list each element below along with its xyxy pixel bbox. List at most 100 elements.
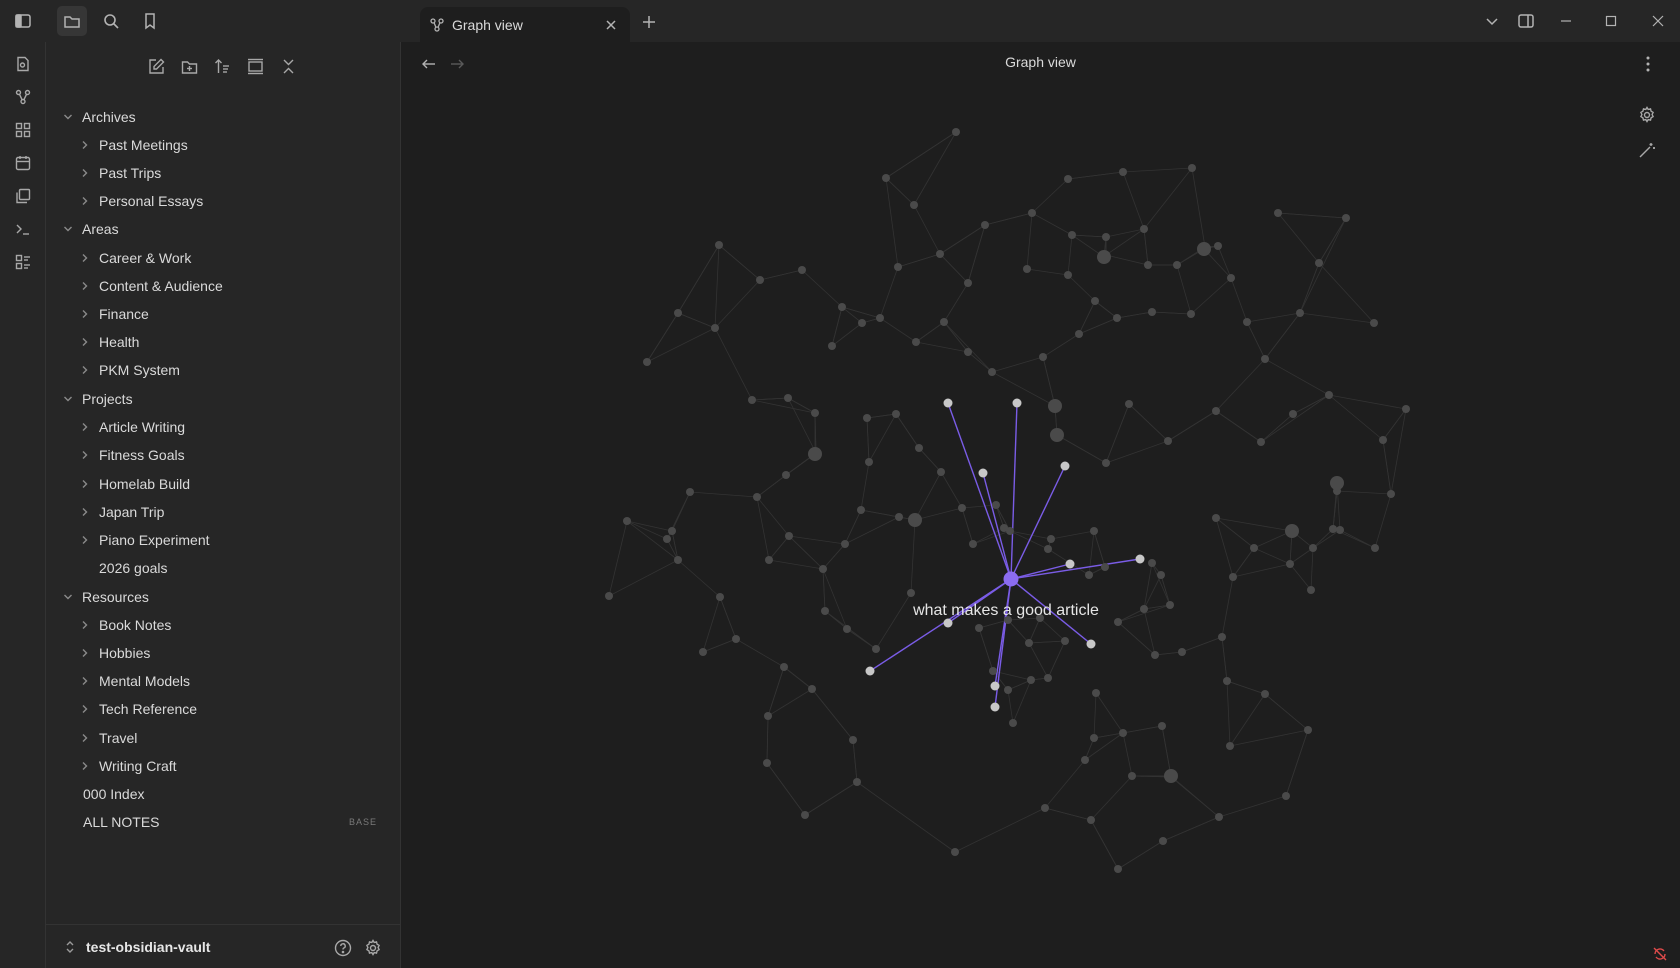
graph-node[interactable] [1325,391,1333,399]
graph-node[interactable] [1285,524,1299,538]
graph-node[interactable] [1166,601,1174,609]
search-icon[interactable] [96,6,126,36]
close-icon[interactable] [602,16,620,34]
folder-homelab-build[interactable]: Homelab Build [77,471,190,497]
graph-node[interactable] [951,848,959,856]
graph-node[interactable] [780,663,788,671]
graph-node[interactable] [686,488,694,496]
graph-node[interactable] [1125,400,1133,408]
graph-node[interactable] [1307,586,1315,594]
graph-node[interactable] [821,607,829,615]
folder-article-writing[interactable]: Article Writing [77,414,185,440]
graph-node[interactable] [765,556,773,564]
collapse-all-icon[interactable] [273,52,303,80]
sort-icon[interactable] [207,52,237,80]
graph-node[interactable] [863,414,871,422]
folder-areas[interactable]: Areas [60,216,119,242]
graph-node[interactable] [1379,436,1387,444]
new-tab-icon[interactable] [634,8,664,36]
templates-icon[interactable] [8,181,38,211]
graph-node[interactable] [1330,476,1344,490]
graph-node[interactable] [819,565,827,573]
graph-node[interactable] [1081,756,1089,764]
graph-node-linked[interactable] [1065,559,1075,569]
graph-node[interactable] [853,778,861,786]
graph-node[interactable] [1075,330,1083,338]
tab-graph-view[interactable]: Graph view [420,7,630,42]
folder-mental-models[interactable]: Mental Models [77,668,190,694]
graph-node[interactable] [876,314,884,322]
folder-travel[interactable]: Travel [77,725,137,751]
graph-node[interactable] [1329,525,1337,533]
daily-note-icon[interactable] [8,148,38,178]
graph-node[interactable] [1164,769,1178,783]
graph-node[interactable] [894,263,902,271]
graph-node[interactable] [908,513,922,527]
graph-node[interactable] [1119,168,1127,176]
folder-tech-reference[interactable]: Tech Reference [77,696,197,722]
graph-node[interactable] [975,624,983,632]
gear-icon[interactable] [360,935,386,961]
graph-node[interactable] [699,648,707,656]
maximize-icon[interactable] [1593,6,1629,36]
graph-node[interactable] [1342,214,1350,222]
graph-node[interactable] [1188,164,1196,172]
graph-node[interactable] [1261,355,1269,363]
graph-node[interactable] [808,447,822,461]
graph-node[interactable] [1229,573,1237,581]
graph-node[interactable] [1261,690,1269,698]
graph-node[interactable] [992,501,1000,509]
graph-node[interactable] [958,504,966,512]
graph-node[interactable] [1173,261,1181,269]
folder-past-trips[interactable]: Past Trips [77,160,161,186]
graph-node[interactable] [892,410,900,418]
graph-node-linked[interactable] [1086,639,1096,649]
graph-node[interactable] [1009,719,1017,727]
graph-node[interactable] [784,394,792,402]
close-window-icon[interactable] [1640,6,1676,36]
tab-list-chevron-down-icon[interactable] [1474,6,1510,36]
folder-career-work[interactable]: Career & Work [77,245,191,271]
graph-node[interactable] [811,409,819,417]
new-note-icon[interactable] [141,52,171,80]
graph-node[interactable] [785,532,793,540]
graph-node[interactable] [1090,734,1098,742]
more-options-icon[interactable] [1636,50,1660,78]
graph-node[interactable] [1158,722,1166,730]
graph-node[interactable] [716,593,724,601]
graph-node[interactable] [964,348,972,356]
graph-settings-gear-icon[interactable] [1632,100,1662,130]
canvas-icon[interactable] [8,115,38,145]
graph-node[interactable] [1102,459,1110,467]
graph-node[interactable] [1309,544,1317,552]
folder-past-meetings[interactable]: Past Meetings [77,132,188,158]
graph-node[interactable] [988,368,996,376]
graph-node[interactable] [1215,813,1223,821]
graph-node[interactable] [1159,837,1167,845]
bookmark-icon[interactable] [135,6,165,36]
graph-node[interactable] [907,589,915,597]
graph-node[interactable] [838,303,846,311]
graph-node[interactable] [764,712,772,720]
graph-node[interactable] [1148,308,1156,316]
graph-node[interactable] [1101,563,1109,571]
folder-japan-trip[interactable]: Japan Trip [77,499,164,525]
graph-node-linked[interactable] [990,702,1000,712]
graph-node[interactable] [674,556,682,564]
graph-node[interactable] [1402,405,1410,413]
folder-archives[interactable]: Archives [60,104,136,130]
open-quick-switcher-icon[interactable] [8,49,38,79]
graph-node[interactable] [1304,726,1312,734]
graph-node-focused[interactable] [1003,571,1019,587]
graph-node[interactable] [1250,544,1258,552]
graph-node[interactable] [715,241,723,249]
graph-node[interactable] [952,128,960,136]
vault-switcher[interactable]: test-obsidian-vault [46,924,401,968]
graph-node[interactable] [1092,689,1100,697]
graph-node[interactable] [1119,729,1127,737]
graph-node[interactable] [1113,314,1121,322]
folder-content-audience[interactable]: Content & Audience [77,273,223,299]
file-explorer-icon[interactable] [57,6,87,36]
graph-node[interactable] [940,318,948,326]
graph-node[interactable] [915,444,923,452]
